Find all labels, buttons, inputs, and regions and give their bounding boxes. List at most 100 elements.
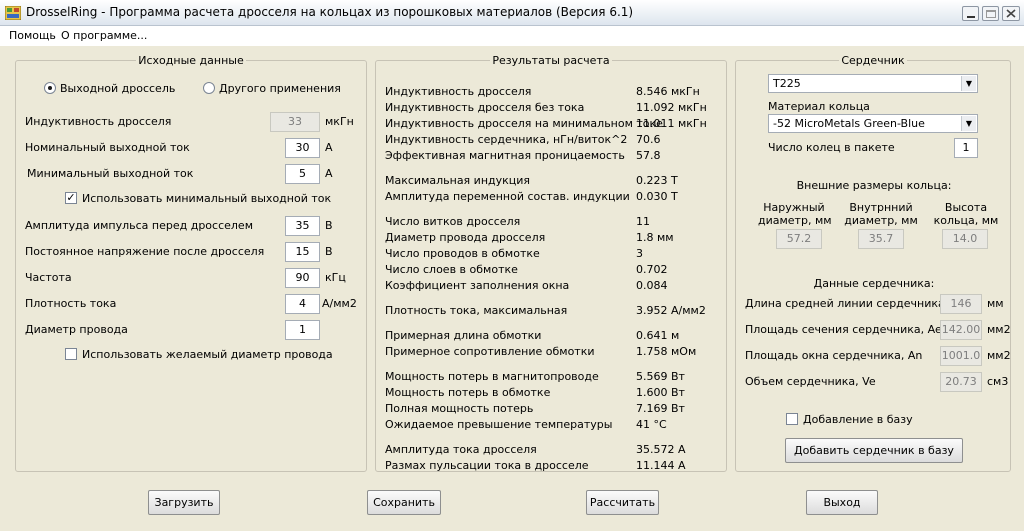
result-value: 3.952 А/мм2 [636,304,706,317]
close-button[interactable] [1002,6,1020,21]
result-label: Диаметр провода дросселя [385,231,546,244]
use-wire-diameter-checkbox[interactable] [65,348,77,360]
result-value: 8.546 мкГн [636,85,700,98]
result-value: 11.092 мкГн [636,101,707,114]
wire-diameter-label: Диаметр провода [25,323,128,336]
result-label: Индуктивность дросселя без тока [385,101,585,114]
ve-unit: см3 [987,375,1009,388]
core-select[interactable]: T225 ▼ [768,74,978,93]
dc-voltage-field[interactable]: 15 [285,242,320,262]
nominal-current-label: Номинальный выходной ток [25,141,190,154]
result-label: Число витков дросселя [385,215,521,228]
menu-about[interactable]: О программе... [61,29,147,42]
frequency-label: Частота [25,271,72,284]
result-value: 1.600 Вт [636,386,685,399]
height-field: 14.0 [942,229,988,249]
pulse-amplitude-field[interactable]: 35 [285,216,320,236]
maximize-button[interactable] [982,6,999,21]
current-density-unit: А/мм2 [322,297,357,310]
use-wire-diameter-label: Использовать желаемый диаметр провода [82,348,333,361]
result-value: 1.8 мм [636,231,674,244]
frequency-field[interactable]: 90 [285,268,320,288]
an-unit: мм2 [987,349,1011,362]
results-group-title: Результаты расчета [490,54,612,67]
menu-help[interactable]: Помощь [9,29,56,42]
min-current-field[interactable]: 5 [285,164,320,184]
radio-output-choke[interactable] [44,82,56,94]
result-label: Индуктивность дросселя на минимальном то… [385,117,663,130]
result-label: Максимальная индукция [385,174,531,187]
use-min-current-checkbox[interactable]: ✓ [65,192,77,204]
result-label: Мощность потерь в магнитопроводе [385,370,599,383]
result-value: 11 [636,215,650,228]
current-density-label: Плотность тока [25,297,117,310]
input-group: Исходные данные Выходной дроссель Другог… [15,54,367,472]
result-label: Число слоев в обмотке [385,263,518,276]
nominal-current-unit: А [325,141,333,154]
menu-bar: Помощь О программе... [0,26,1024,46]
radio-other-use[interactable] [203,82,215,94]
ae-field: 142.00 [940,320,982,340]
material-select[interactable]: -52 MicroMetals Green-Blue ▼ [768,114,978,133]
result-value: 0.084 [636,279,668,292]
result-value: 7.169 Вт [636,402,685,415]
exit-button[interactable]: Выход [806,490,878,515]
wire-diameter-field[interactable]: 1 [285,320,320,340]
pulse-amplitude-label: Амплитуда импульса перед дросселем [25,219,253,232]
le-unit: мм [987,297,1004,310]
result-label: Плотность тока, максимальная [385,304,568,317]
outer-diameter-field: 57.2 [776,229,822,249]
result-label: Примерная длина обмотки [385,329,542,342]
close-icon [1006,9,1016,18]
result-label: Размах пульсации тока в дросселе [385,459,589,472]
rings-count-label: Число колец в пакете [768,141,895,154]
save-button[interactable]: Сохранить [367,490,441,515]
chevron-down-icon: ▼ [961,76,976,91]
inner-diameter-field: 35.7 [858,229,904,249]
dc-voltage-label: Постоянное напряжение после дросселя [25,245,265,258]
ve-label: Объем сердечника, Ve [745,375,876,388]
nominal-current-field[interactable]: 30 [285,138,320,158]
calculate-button[interactable]: Рассчитать [586,490,659,515]
material-label: Материал кольца [768,100,870,113]
result-value: 0.702 [636,263,668,276]
result-value: 41 °C [636,418,667,431]
result-value: 35.572 А [636,443,686,456]
input-group-title: Исходные данные [136,54,246,67]
le-label: Длина средней линии сердечника, le [745,297,962,310]
inductance-field: 33 [270,112,320,132]
add-to-db-label: Добавление в базу [803,413,913,426]
inner-diameter-label-1: Внутрнний [849,201,913,214]
result-label: Амплитуда переменной состав. индукции [385,190,630,203]
minimize-button[interactable] [962,6,979,21]
core-group: Сердечник T225 ▼ Материал кольца -52 Mic… [735,54,1011,472]
client-area: Исходные данные Выходной дроссель Другог… [0,46,1024,531]
height-label-2: кольца, мм [933,214,999,227]
result-label: Полная мощность потерь [385,402,534,415]
current-density-field[interactable]: 4 [285,294,320,314]
ve-field: 20.73 [940,372,982,392]
pulse-amplitude-unit: В [325,219,333,232]
height-label-1: Высота [944,201,988,214]
result-value: 11.144 А [636,459,686,472]
result-value: 0.223 Т [636,174,678,187]
add-core-button[interactable]: Добавить сердечник в базу [785,438,963,463]
add-to-db-checkbox[interactable] [786,413,798,425]
result-label: Число проводов в обмотке [385,247,540,260]
minimize-icon [967,16,975,18]
load-button[interactable]: Загрузить [148,490,220,515]
dims-title: Внешние размеры кольца: [796,179,952,192]
result-value: 5.569 Вт [636,370,685,383]
an-field: 1001.0 [940,346,982,366]
result-label: Эффективная магнитная проницаемость [385,149,625,162]
result-value: 0.641 м [636,329,680,342]
result-label: Мощность потерь в обмотке [385,386,551,399]
inductance-unit: мкГн [325,115,354,128]
result-value: 70.6 [636,133,661,146]
use-min-current-label: Использовать минимальный выходной ток [82,192,332,205]
result-label: Индуктивность дросселя [385,85,532,98]
outer-diameter-label-1: Наружный [763,201,825,214]
le-field: 146 [940,294,982,314]
rings-count-field[interactable]: 1 [954,138,978,158]
ae-label: Площадь сечения сердечника, Ae [745,323,942,336]
